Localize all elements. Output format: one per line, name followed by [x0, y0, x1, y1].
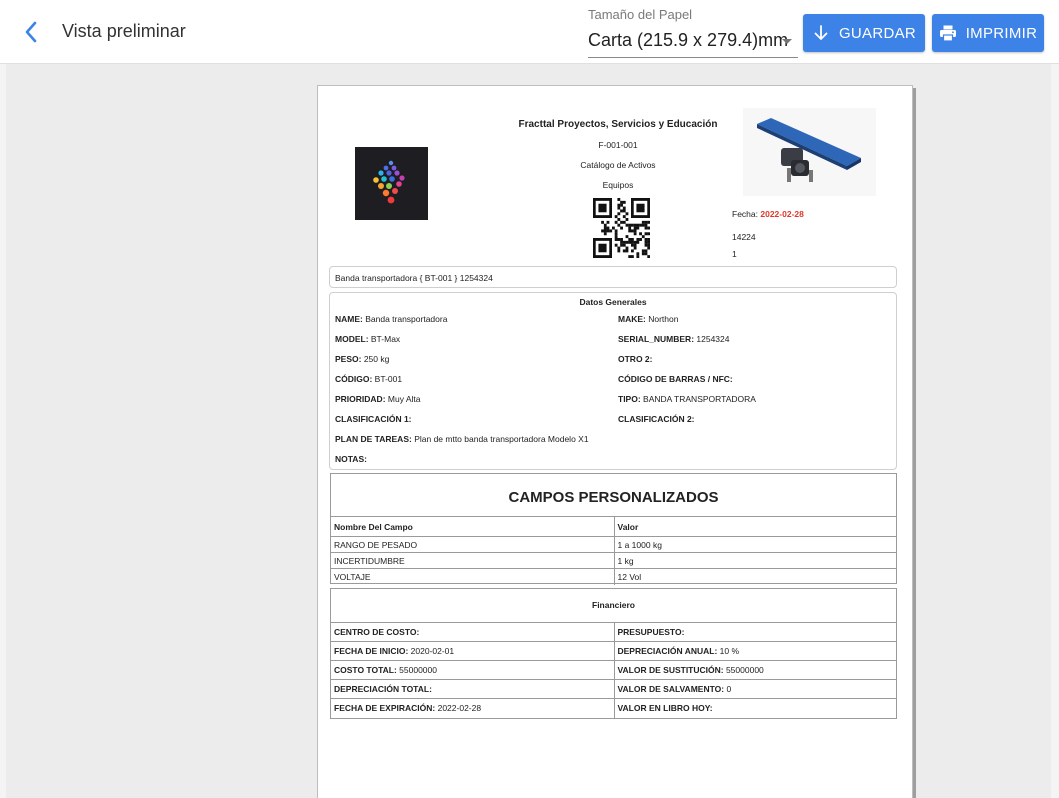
- cell-value: 12 Vol: [613, 568, 896, 585]
- financial-cell: PRESUPUESTO:: [613, 622, 896, 642]
- field-peso: PESO: 250 kg: [335, 354, 390, 364]
- financial-cell: DEPRECIACIÓN ANUAL: 10 %: [613, 641, 896, 661]
- financial-title: Financiero: [592, 600, 635, 610]
- table-row: RANGO DE PESADO 1 a 1000 kg: [331, 536, 896, 553]
- field-make: MAKE: Northon: [618, 314, 679, 324]
- asset-title: Banda transportadora { BT-001 } 1254324: [329, 266, 897, 288]
- document-date: Fecha: 2022-02-28: [732, 209, 804, 219]
- custom-fields-title: CAMPOS PERSONALIZADOS: [508, 489, 719, 506]
- table-row: CENTRO DE COSTO: PRESUPUESTO:: [331, 622, 896, 642]
- document-header: Fracttal Proyectos, Servicios y Educació…: [468, 119, 768, 190]
- print-preview-page: Fracttal Proyectos, Servicios y Educació…: [317, 85, 913, 798]
- table-row: FECHA DE EXPIRACIÓN: 2022-02-28 VALOR EN…: [331, 698, 896, 718]
- asset-photo: [743, 108, 876, 196]
- document-number: 14224: [732, 232, 756, 242]
- field-otro-2: OTRO 2:: [618, 354, 653, 364]
- date-label: Fecha:: [732, 209, 758, 219]
- company-logo: [355, 147, 428, 220]
- right-rail: [1051, 64, 1059, 798]
- cell-name: RANGO DE PESADO: [331, 536, 614, 553]
- page-title: Vista preliminar: [62, 21, 186, 41]
- document-page: 1: [732, 249, 737, 259]
- custom-fields-section: CAMPOS PERSONALIZADOS Nombre Del Campo V…: [330, 473, 897, 585]
- dropdown-caret-icon: [782, 39, 792, 44]
- back-arrow-icon[interactable]: [18, 18, 46, 46]
- table-row: COSTO TOTAL: 55000000 VALOR DE SUSTITUCI…: [331, 660, 896, 680]
- general-data-title: Datos Generales: [579, 297, 647, 307]
- table-row: FECHA DE INICIO: 2020-02-01 DEPRECIACIÓN…: [331, 641, 896, 661]
- company-name: Fracttal Proyectos, Servicios y Educació…: [518, 119, 718, 130]
- category-name: Equipos: [602, 180, 634, 190]
- financial-cell: FECHA DE EXPIRACIÓN: 2022-02-28: [331, 698, 614, 718]
- table-row: DEPRECIACIÓN TOTAL: VALOR DE SALVAMENTO:…: [331, 679, 896, 699]
- save-button[interactable]: GUARDAR: [803, 14, 925, 52]
- paper-size-label: Tamaño del Papel: [588, 7, 693, 22]
- download-arrow-icon: [814, 25, 828, 40]
- field-clasificacion-1: CLASIFICACIÓN 1:: [335, 414, 412, 424]
- left-rail: [0, 64, 6, 798]
- table-row: INCERTIDUMBRE 1 kg: [331, 552, 896, 569]
- financial-cell: COSTO TOTAL: 55000000: [331, 660, 614, 680]
- column-header-name: Nombre Del Campo: [331, 516, 614, 537]
- top-app-bar: Vista preliminar Tamaño del Papel Carta …: [0, 0, 1059, 64]
- date-value: 2022-02-28: [760, 209, 804, 219]
- print-button[interactable]: IMPRIMIR: [932, 14, 1044, 52]
- field-codigo: CÓDIGO: BT-001: [335, 374, 403, 384]
- paper-size-value: Carta (215.9 x 279.4)mm: [588, 30, 789, 50]
- financial-cell: VALOR DE SUSTITUCIÓN: 55000000: [613, 660, 896, 680]
- financial-cell: FECHA DE INICIO: 2020-02-01: [331, 641, 614, 661]
- field-tipo: TIPO: BANDA TRANSPORTADORA: [618, 394, 756, 404]
- cell-name: VOLTAJE: [331, 568, 614, 585]
- field-codigo-barras-nfc: CÓDIGO DE BARRAS / NFC:: [618, 374, 733, 384]
- cell-value: 1 a 1000 kg: [613, 536, 896, 553]
- general-data-section: Datos Generales NAME: Banda transportado…: [329, 292, 897, 470]
- field-name: NAME: Banda transportadora: [335, 314, 448, 324]
- document-code: F-001-001: [598, 140, 638, 150]
- save-button-label: GUARDAR: [838, 24, 917, 42]
- cell-value: 1 kg: [613, 552, 896, 569]
- table-row: VOLTAJE 12 Vol: [331, 568, 896, 585]
- printer-icon: [939, 25, 956, 42]
- qr-code: [593, 198, 651, 259]
- financial-table: CENTRO DE COSTO: PRESUPUESTO: FECHA DE I…: [331, 622, 896, 718]
- financial-cell: VALOR DE SALVAMENTO: 0: [613, 679, 896, 699]
- paper-size-select[interactable]: Tamaño del Papel Carta (215.9 x 279.4)mm: [588, 6, 798, 58]
- custom-fields-table: Nombre Del Campo Valor RANGO DE PESADO 1…: [331, 516, 896, 585]
- field-notas: NOTAS:: [335, 454, 367, 464]
- field-clasificacion-2: CLASIFICACIÓN 2:: [618, 414, 695, 424]
- field-plan-de-tareas: PLAN DE TAREAS: Plan de mtto banda trans…: [335, 434, 589, 444]
- financial-cell: VALOR EN LIBRO HOY:: [613, 698, 896, 718]
- field-prioridad: PRIORIDAD: Muy Alta: [335, 394, 421, 404]
- table-header-row: Nombre Del Campo Valor: [331, 516, 896, 537]
- field-serial-number: SERIAL_NUMBER: 1254324: [618, 334, 730, 344]
- column-header-value: Valor: [613, 516, 896, 537]
- financial-section: Financiero CENTRO DE COSTO: PRESUPUESTO:…: [330, 588, 897, 719]
- field-model: MODEL: BT-Max: [335, 334, 401, 344]
- financial-cell: DEPRECIACIÓN TOTAL:: [331, 679, 614, 699]
- cell-name: INCERTIDUMBRE: [331, 552, 614, 569]
- catalog-name: Catálogo de Activos: [580, 160, 656, 170]
- print-button-label: IMPRIMIR: [965, 24, 1038, 42]
- financial-cell: CENTRO DE COSTO:: [331, 622, 614, 642]
